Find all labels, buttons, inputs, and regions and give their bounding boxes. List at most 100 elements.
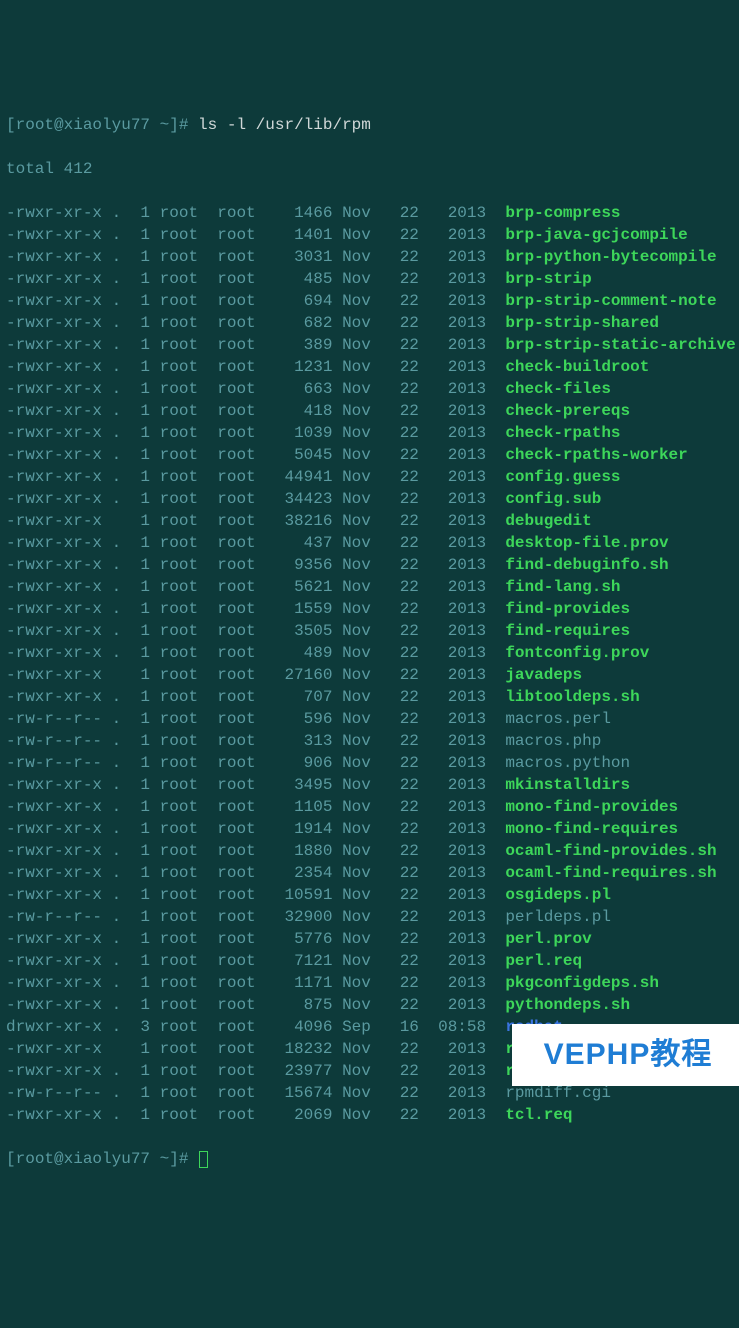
file-permissions: -rwxr-xr-x [6, 268, 102, 290]
list-item: -rwxr-xr-x . 1 root root 1039 Nov 22 201… [6, 422, 733, 444]
file-owner: root [160, 840, 208, 862]
file-day: 22 [390, 510, 419, 532]
file-owner: root [160, 818, 208, 840]
file-month: Nov [342, 224, 380, 246]
file-size: 5045 [275, 444, 333, 466]
file-size: 18232 [275, 1038, 333, 1060]
file-day: 22 [390, 664, 419, 686]
file-month: Nov [342, 334, 380, 356]
file-group: root [217, 532, 265, 554]
list-item: -rwxr-xr-x . 1 root root 1466 Nov 22 201… [6, 202, 733, 224]
watermark-banner: VEPHP教程 [512, 1024, 739, 1086]
terminal-output[interactable]: [root@xiaolyu77 ~]# ls -l /usr/lib/rpm t… [6, 92, 733, 1214]
file-permissions: -rw-r--r-- [6, 906, 102, 928]
file-group: root [217, 686, 265, 708]
file-owner: root [160, 862, 208, 884]
file-month: Nov [342, 576, 380, 598]
list-item: -rwxr-xr-x . 1 root root 1231 Nov 22 201… [6, 356, 733, 378]
list-item: -rwxr-xr-x . 1 root root 2354 Nov 22 201… [6, 862, 733, 884]
link-count: 1 [131, 510, 150, 532]
file-name: ocaml-find-requires.sh [505, 862, 716, 884]
list-item: -rwxr-xr-x . 1 root root 5045 Nov 22 201… [6, 444, 733, 466]
file-size: 1401 [275, 224, 333, 246]
file-permissions: -rwxr-xr-x [6, 246, 102, 268]
list-item: -rwxr-xr-x . 1 root root 3505 Nov 22 201… [6, 620, 733, 642]
file-day: 22 [390, 972, 419, 994]
file-year-time: 2013 [429, 664, 487, 686]
selinux-dot [112, 664, 122, 686]
selinux-dot: . [112, 774, 122, 796]
file-month: Nov [342, 796, 380, 818]
selinux-dot [112, 510, 122, 532]
file-size: 489 [275, 642, 333, 664]
file-year-time: 2013 [429, 796, 487, 818]
list-item: -rwxr-xr-x . 1 root root 489 Nov 22 2013… [6, 642, 733, 664]
file-size: 15674 [275, 1082, 333, 1104]
file-year-time: 2013 [429, 532, 487, 554]
file-owner: root [160, 686, 208, 708]
selinux-dot: . [112, 928, 122, 950]
file-name: macros.php [505, 730, 601, 752]
file-day: 22 [390, 554, 419, 576]
file-year-time: 2013 [429, 356, 487, 378]
file-day: 22 [390, 862, 419, 884]
file-permissions: -rwxr-xr-x [6, 620, 102, 642]
file-month: Nov [342, 554, 380, 576]
file-owner: root [160, 950, 208, 972]
file-owner: root [160, 598, 208, 620]
link-count: 1 [131, 532, 150, 554]
file-size: 418 [275, 400, 333, 422]
file-permissions: -rw-r--r-- [6, 752, 102, 774]
file-owner: root [160, 730, 208, 752]
file-owner: root [160, 1082, 208, 1104]
link-count: 1 [131, 1038, 150, 1060]
file-day: 22 [390, 290, 419, 312]
file-day: 22 [390, 994, 419, 1016]
file-owner: root [160, 774, 208, 796]
file-size: 1039 [275, 422, 333, 444]
file-year-time: 2013 [429, 840, 487, 862]
file-month: Nov [342, 950, 380, 972]
file-permissions: -rwxr-xr-x [6, 840, 102, 862]
selinux-dot: . [112, 488, 122, 510]
file-day: 22 [390, 642, 419, 664]
file-owner: root [160, 708, 208, 730]
file-day: 22 [390, 708, 419, 730]
file-day: 22 [390, 730, 419, 752]
file-group: root [217, 598, 265, 620]
file-day: 22 [390, 312, 419, 334]
file-size: 3031 [275, 246, 333, 268]
file-name: brp-python-bytecompile [505, 246, 716, 268]
list-item: -rwxr-xr-x . 1 root root 875 Nov 22 2013… [6, 994, 733, 1016]
file-day: 22 [390, 598, 419, 620]
link-count: 1 [131, 950, 150, 972]
list-item: -rwxr-xr-x . 1 root root 1880 Nov 22 201… [6, 840, 733, 862]
file-owner: root [160, 246, 208, 268]
selinux-dot: . [112, 466, 122, 488]
file-owner: root [160, 510, 208, 532]
file-day: 22 [390, 532, 419, 554]
file-name: config.sub [505, 488, 601, 510]
file-group: root [217, 730, 265, 752]
file-day: 22 [390, 268, 419, 290]
file-group: root [217, 290, 265, 312]
file-year-time: 2013 [429, 730, 487, 752]
file-day: 22 [390, 906, 419, 928]
file-month: Nov [342, 1104, 380, 1126]
list-item: -rwxr-xr-x . 1 root root 437 Nov 22 2013… [6, 532, 733, 554]
file-name: macros.python [505, 752, 630, 774]
file-name: find-lang.sh [505, 576, 620, 598]
link-count: 1 [131, 554, 150, 576]
file-year-time: 2013 [429, 466, 487, 488]
file-day: 22 [390, 818, 419, 840]
file-group: root [217, 510, 265, 532]
file-name: brp-strip-comment-note [505, 290, 716, 312]
file-name: mono-find-requires [505, 818, 678, 840]
selinux-dot: . [112, 290, 122, 312]
file-day: 22 [390, 620, 419, 642]
file-group: root [217, 818, 265, 840]
file-year-time: 2013 [429, 576, 487, 598]
file-year-time: 2013 [429, 1082, 487, 1104]
prompt-close: ]# [169, 114, 188, 136]
file-owner: root [160, 994, 208, 1016]
